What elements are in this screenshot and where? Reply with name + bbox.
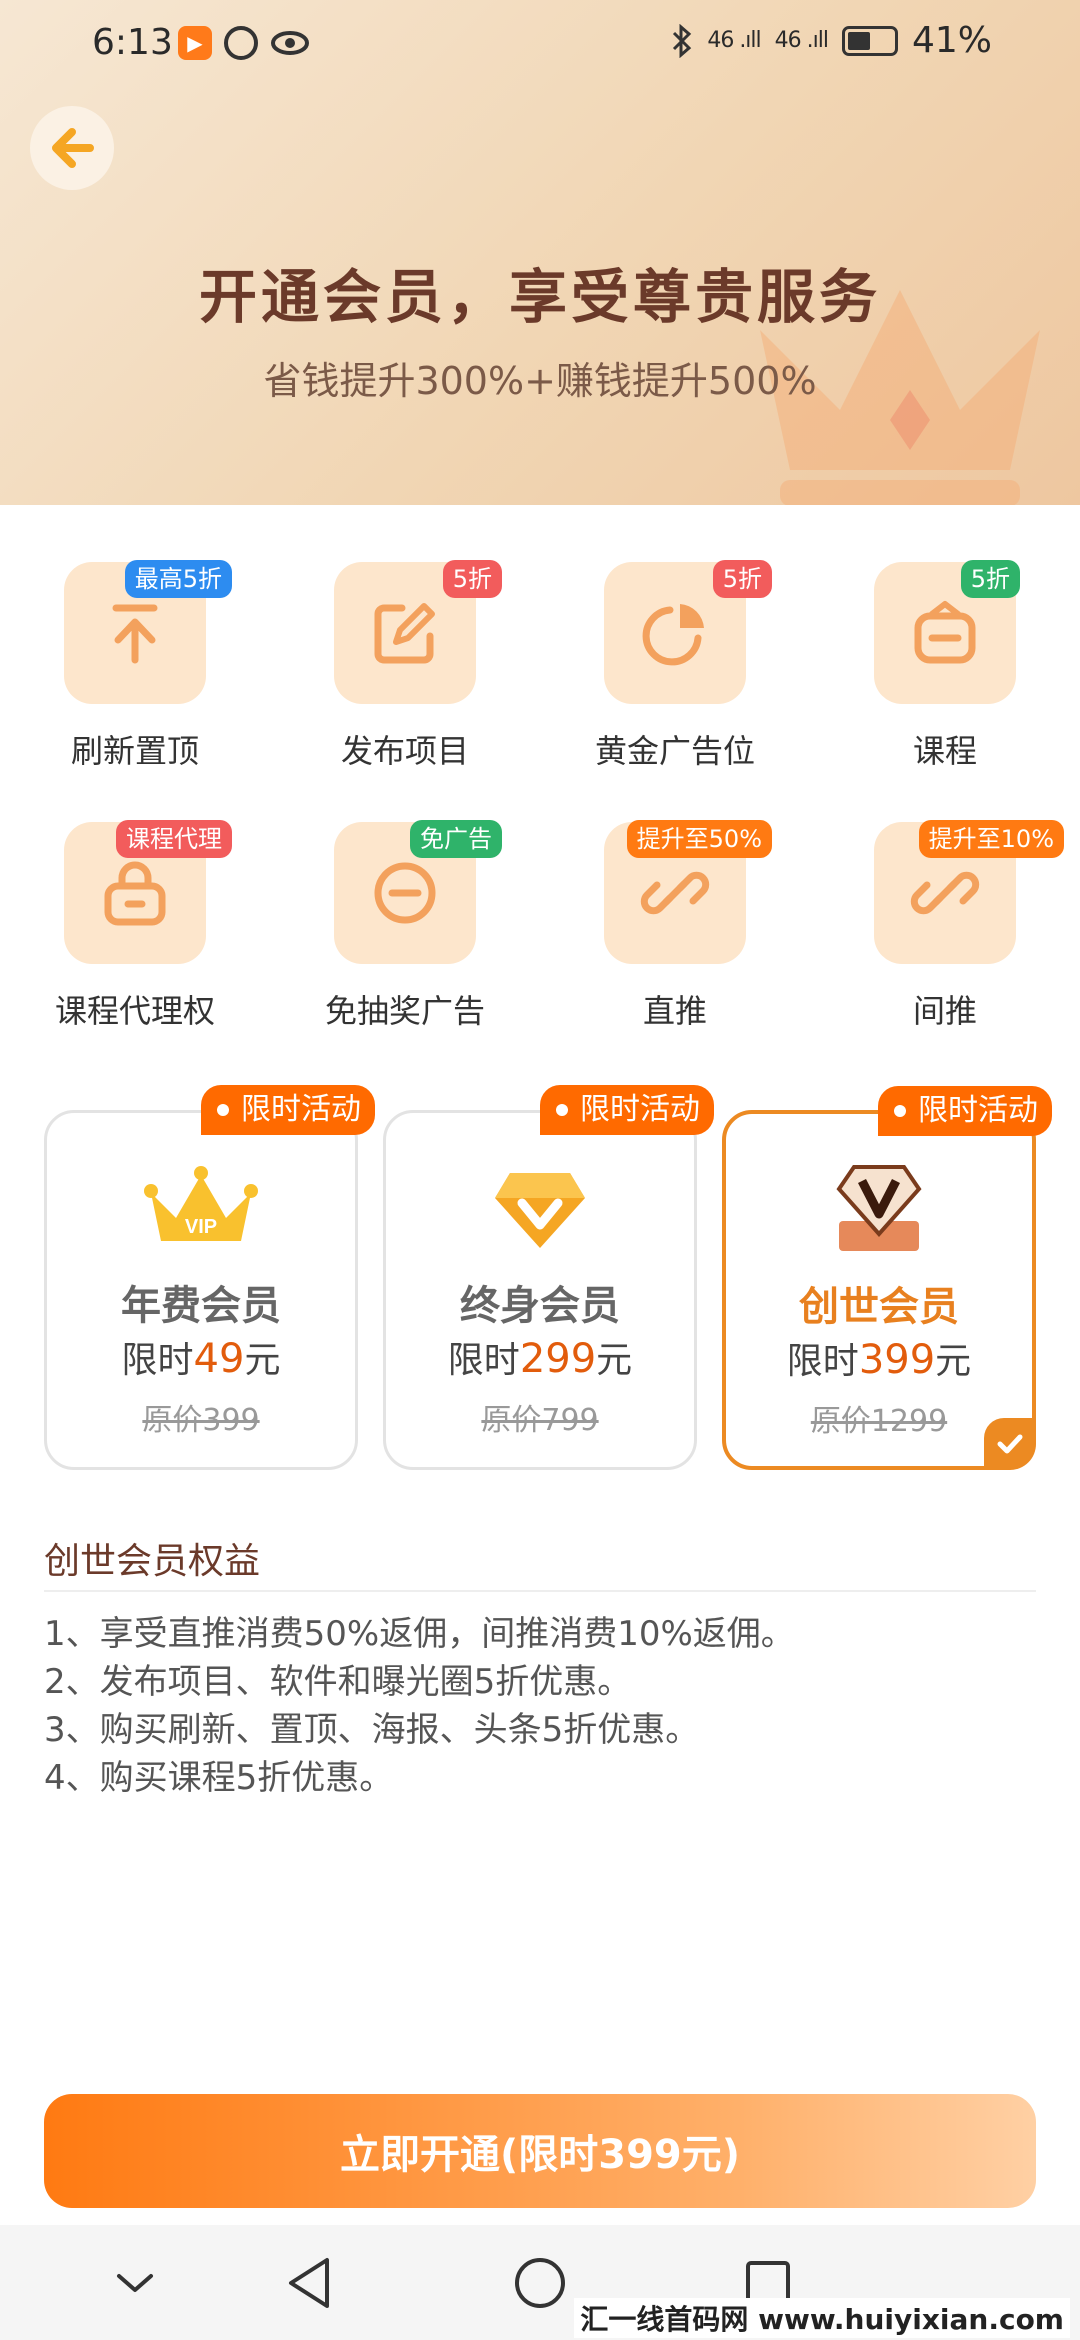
benefit-badge: 最高5折 <box>124 560 232 598</box>
signal-2-icon: 46 .ıll <box>774 28 829 53</box>
limited-offer-tag: 限时活动 <box>878 1086 1052 1136</box>
rights-title: 创世会员权益 <box>44 1541 261 1582</box>
battery-icon <box>841 25 898 56</box>
refresh-top-icon <box>112 604 158 664</box>
pie-chart-icon <box>642 604 704 666</box>
activate-now-button[interactable]: 立即开通(限时399元) <box>44 2094 1036 2208</box>
diamond-icon <box>495 1173 585 1248</box>
plan-name: 年费会员 <box>121 1283 281 1329</box>
course-icon <box>914 601 976 664</box>
globe-icon <box>224 26 258 60</box>
plan-name: 终身会员 <box>460 1283 620 1329</box>
page-title: 开通会员，享受尊贵服务 <box>198 263 881 331</box>
plan-card-annual[interactable]: 限时活动 VIP 年费会员 限时49元 原价399 <box>44 1085 375 1470</box>
bluetooth-icon <box>673 23 692 58</box>
benefit-label: 课程 <box>912 732 977 770</box>
edit-icon <box>374 603 435 664</box>
system-nav-bar: 汇一线首码网 www.huiyixian.com <box>0 2225 1080 2340</box>
battery-percent: 41% <box>911 20 992 61</box>
benefit-direct-referral[interactable]: 提升至50% 直推 <box>575 800 775 1032</box>
plan-price: 限时299元 <box>447 1336 633 1382</box>
list-item: 1、享受直推消费50%返佣，间推消费10%返佣。 <box>44 1614 795 1654</box>
benefit-label: 间推 <box>912 992 977 1030</box>
list-item: 3、购买刷新、置顶、海报、头条5折优惠。 <box>44 1710 700 1750</box>
nav-collapse-button[interactable] <box>105 2253 165 2313</box>
plan-original-price: 原价799 <box>481 1403 599 1438</box>
app-notification-icon: ▶ <box>178 26 212 60</box>
list-item: 2、发布项目、软件和曝光圈5折优惠。 <box>44 1662 632 1702</box>
benefit-badge: 提升至50% <box>626 820 772 858</box>
status-time: 6:13 <box>92 22 173 63</box>
vip-crown-icon: VIP <box>144 1166 258 1241</box>
benefit-label: 直推 <box>642 992 707 1030</box>
minus-circle-icon <box>374 862 436 924</box>
benefit-label: 课程代理权 <box>54 992 215 1030</box>
lock-icon <box>104 861 166 926</box>
v-badge-icon <box>836 1165 922 1251</box>
plan-card-genesis[interactable]: 限时活动 创世会员 限时399元 原价1299 <box>722 1086 1052 1470</box>
benefit-indirect-referral[interactable]: 提升至10% 间推 <box>845 800 1064 1032</box>
benefit-publish-project[interactable]: 5折 发布项目 <box>305 540 505 772</box>
header-banner: 6:13 ▶ 46 .ıll 46 .ıll 41% 开通会员，享受尊贵服务 省… <box>0 0 1080 505</box>
benefit-badge: 免广告 <box>410 820 502 858</box>
check-icon <box>984 1418 1036 1470</box>
back-button[interactable] <box>30 106 114 190</box>
plan-price: 限时399元 <box>786 1337 972 1383</box>
benefit-course-agency[interactable]: 课程代理 课程代理权 <box>35 800 235 1032</box>
plan-original-price: 原价399 <box>142 1403 260 1438</box>
benefit-no-ads[interactable]: 免广告 免抽奖广告 <box>305 800 505 1032</box>
svg-text:VIP: VIP <box>185 1216 217 1238</box>
list-item: 4、购买课程5折优惠。 <box>44 1758 394 1798</box>
benefit-label: 免抽奖广告 <box>324 992 485 1030</box>
watermark: 汇一线首码网 www.huiyixian.com <box>574 2298 1070 2338</box>
benefit-badge: 5折 <box>960 560 1020 598</box>
signal-1-icon: 46 .ıll <box>707 28 761 53</box>
status-bar: 6:13 ▶ 46 .ıll 46 .ıll 41% <box>0 0 1080 88</box>
circle-home-icon <box>515 2258 565 2308</box>
rights-list: 1、享受直推消费50%返佣，间推消费10%返佣。 2、发布项目、软件和曝光圈5折… <box>44 1610 795 1802</box>
triangle-back-icon <box>289 2258 329 2308</box>
plan-name: 创世会员 <box>799 1284 959 1330</box>
benefit-badge: 5折 <box>712 560 772 598</box>
benefit-gold-ad[interactable]: 5折 黄金广告位 <box>575 540 775 772</box>
plan-selector: 限时活动 VIP 年费会员 限时49元 原价399 限时活动 终身会员 限时29… <box>0 1085 1080 1470</box>
chevron-down-icon <box>117 2274 153 2292</box>
eye-icon <box>271 31 309 55</box>
divider <box>44 1590 1036 1592</box>
nav-back-button[interactable] <box>280 2253 340 2313</box>
link-icon <box>640 871 710 915</box>
plan-card-lifetime[interactable]: 限时活动 终身会员 限时299元 原价799 <box>383 1085 714 1470</box>
link-icon <box>910 871 980 915</box>
benefit-badge: 5折 <box>442 560 502 598</box>
benefit-label: 刷新置顶 <box>70 732 199 770</box>
benefit-course[interactable]: 5折 课程 <box>845 540 1045 772</box>
plan-price: 限时49元 <box>121 1336 281 1382</box>
nav-home-button[interactable] <box>510 2253 570 2313</box>
limited-offer-tag: 限时活动 <box>540 1085 714 1135</box>
limited-offer-tag: 限时活动 <box>201 1085 375 1135</box>
page-subtitle: 省钱提升300%+赚钱提升500% <box>263 359 817 403</box>
benefit-label: 发布项目 <box>340 732 469 770</box>
benefit-refresh-top[interactable]: 最高5折 刷新置顶 <box>35 540 235 772</box>
arrow-left-icon <box>52 128 94 168</box>
benefit-badge: 提升至10% <box>918 820 1064 858</box>
benefit-badge: 课程代理 <box>116 820 232 858</box>
benefit-label: 黄金广告位 <box>594 732 755 770</box>
